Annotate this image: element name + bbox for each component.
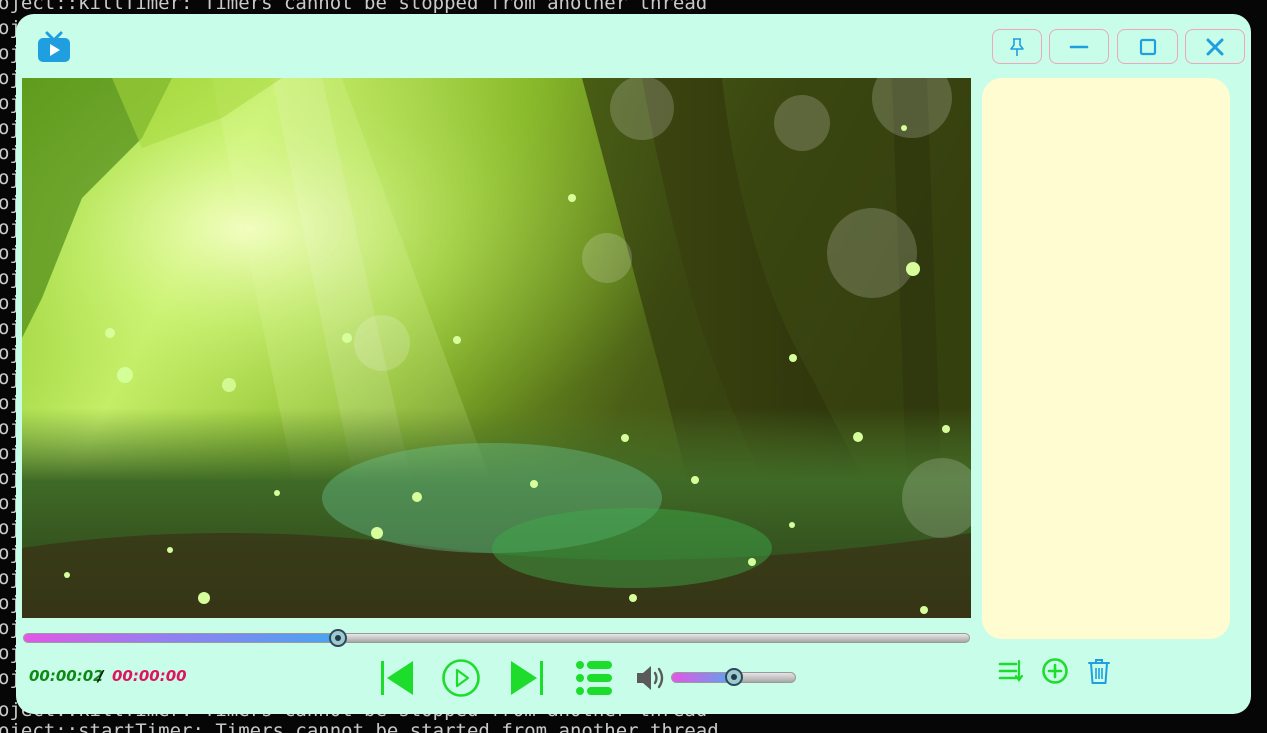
sort-playlist-button[interactable] bbox=[997, 656, 1025, 686]
forest-video-frame bbox=[22, 78, 971, 618]
terminal-line: oject::startTimer: Timers cannot be star… bbox=[0, 720, 719, 733]
delete-media-button[interactable] bbox=[1085, 656, 1113, 686]
current-time: 00:00:02 bbox=[29, 667, 104, 685]
total-time: 00:00:00 bbox=[112, 667, 187, 685]
playlist-icon bbox=[576, 661, 612, 695]
skip-next-icon bbox=[511, 661, 543, 695]
playlist-panel[interactable] bbox=[982, 78, 1230, 639]
pin-icon bbox=[1010, 37, 1024, 56]
volume-icon bbox=[637, 666, 664, 690]
minimize-icon bbox=[1069, 45, 1089, 48]
play-circle-icon bbox=[442, 659, 480, 697]
skip-previous-icon bbox=[381, 661, 413, 695]
previous-button[interactable] bbox=[377, 658, 417, 698]
play-button[interactable] bbox=[440, 657, 482, 699]
progress-slider[interactable] bbox=[23, 629, 970, 647]
minimize-button[interactable] bbox=[1049, 29, 1109, 64]
volume-handle[interactable] bbox=[724, 668, 743, 686]
time-separator: / bbox=[98, 667, 104, 685]
close-icon bbox=[1206, 38, 1224, 55]
close-button[interactable] bbox=[1185, 29, 1245, 64]
pin-button[interactable] bbox=[992, 29, 1042, 64]
playlist-toggle-button[interactable] bbox=[574, 658, 614, 698]
add-circle-icon bbox=[1042, 658, 1068, 684]
next-button[interactable] bbox=[507, 658, 547, 698]
media-player-window: 00:00:02 / 00:00:00 bbox=[16, 14, 1251, 714]
video-frame[interactable] bbox=[22, 78, 971, 618]
progress-fill bbox=[24, 634, 338, 642]
volume-button[interactable] bbox=[634, 664, 670, 692]
volume-slider[interactable] bbox=[671, 668, 796, 686]
maximize-button[interactable] bbox=[1117, 29, 1178, 64]
trash-icon bbox=[1088, 659, 1110, 684]
sort-icon bbox=[998, 659, 1024, 682]
tv-play-icon bbox=[36, 31, 72, 65]
progress-handle[interactable] bbox=[328, 629, 347, 647]
maximize-icon bbox=[1139, 38, 1156, 55]
add-media-button[interactable] bbox=[1041, 656, 1069, 686]
